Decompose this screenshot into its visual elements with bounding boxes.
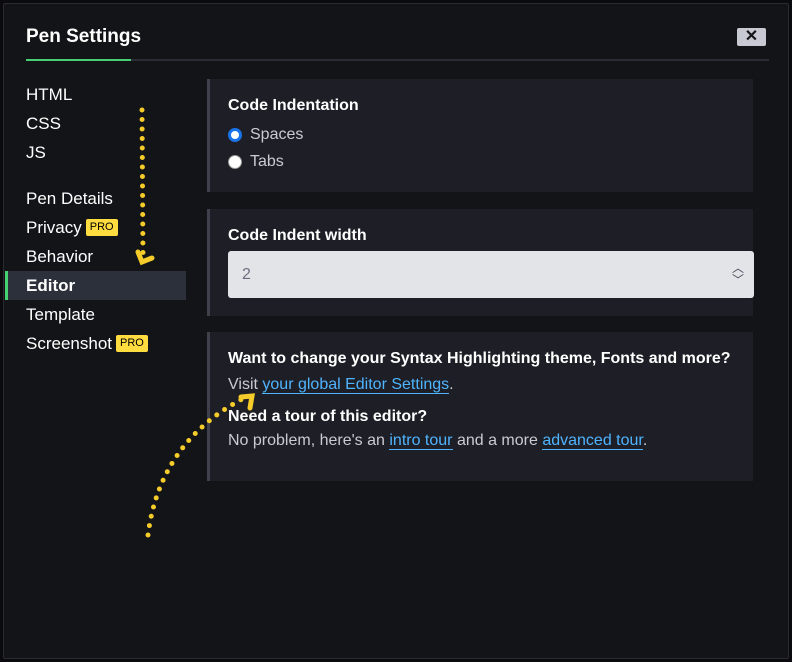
settings-sidebar: HTML CSS JS Pen Details Privacy PRO Behav… [5,80,186,358]
sidebar-item-editor[interactable]: Editor [5,271,186,300]
sidebar-item-behavior[interactable]: Behavior [5,242,186,271]
intro-tour-link[interactable]: intro tour [389,432,453,450]
pen-settings-modal: Pen Settings ✕ HTML CSS JS Pen Details P… [3,3,789,659]
radio-tabs[interactable]: Tabs [228,148,753,175]
editor-info-panel: Want to change your Syntax Highlighting … [207,332,753,481]
sidebar-item-label: Screenshot [26,334,112,353]
radio-unchecked-icon[interactable] [228,154,242,169]
advanced-tour-link[interactable]: advanced tour [542,432,643,450]
sidebar-item-css[interactable]: CSS [5,109,186,138]
sidebar-item-label: Pen Details [26,189,113,208]
sidebar-item-html[interactable]: HTML [5,80,186,109]
code-indentation-panel: Code Indentation Spaces Tabs [207,79,753,192]
sidebar-item-label: Template [26,305,95,324]
radio-spaces[interactable]: Spaces [228,121,753,148]
sidebar-item-js[interactable]: JS [5,138,186,167]
pro-badge: PRO [116,335,148,352]
sidebar-item-label: CSS [26,114,61,133]
select-value: 2 [242,266,251,283]
sidebar-item-label: Editor [26,276,76,295]
visit-text: Visit your global Editor Settings. [228,376,454,394]
indent-width-select[interactable]: 2 ︿ ﹀ [228,251,754,298]
sidebar-item-label: Behavior [26,247,94,266]
chevron-up-down-icon: ︿ ﹀ [731,261,744,287]
indent-width-panel: Code Indent width 2 ︿ ﹀ [207,209,754,316]
close-button[interactable]: ✕ [737,28,766,46]
title-divider [26,59,769,61]
section-heading: Code Indent width [228,227,367,244]
global-editor-settings-link[interactable]: your global Editor Settings [262,376,450,394]
sidebar-item-screenshot[interactable]: Screenshot PRO [5,329,186,358]
sidebar-item-label: JS [26,143,46,162]
sidebar-item-label: HTML [26,85,73,104]
sidebar-item-pen-details[interactable]: Pen Details [5,184,186,213]
syntax-question: Want to change your Syntax Highlighting … [228,350,731,367]
radio-label: Spaces [250,125,304,143]
pro-badge: PRO [85,219,118,236]
modal-title: Pen Settings [26,26,142,47]
sidebar-item-label: Privacy [26,218,82,237]
tour-text: No problem, here's an intro tour and a m… [228,432,648,450]
section-heading: Code Indentation [228,97,359,114]
radio-label: Tabs [250,152,284,170]
radio-checked-icon[interactable] [228,127,242,142]
tour-question: Need a tour of this editor? [228,408,428,425]
sidebar-item-privacy[interactable]: Privacy PRO [5,213,186,242]
sidebar-item-template[interactable]: Template [5,300,186,329]
